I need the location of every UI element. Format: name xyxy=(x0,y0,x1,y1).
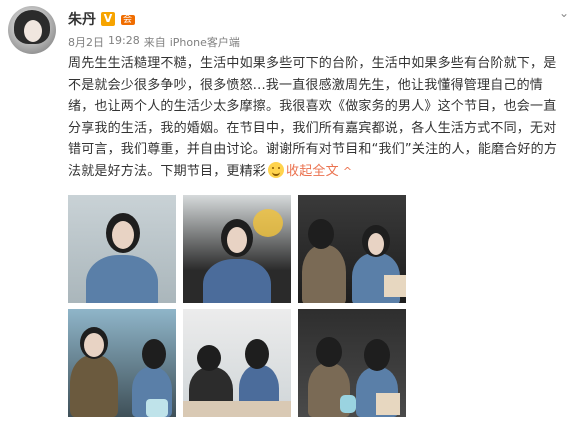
post-menu-chevron-icon[interactable]: ⌄ xyxy=(559,6,569,20)
photo-thumbnail[interactable] xyxy=(298,195,406,303)
photo-thumbnail[interactable] xyxy=(68,195,176,303)
photo-thumbnail[interactable] xyxy=(68,309,176,417)
post-time[interactable]: 19:28 xyxy=(108,34,140,50)
smile-emoji-icon xyxy=(268,161,285,178)
user-name[interactable]: 朱丹 xyxy=(68,9,96,29)
user-header: 朱丹 V 会 xyxy=(68,9,136,29)
post-meta: 8月2日 19:28 来自 iPhone客户端 xyxy=(68,34,240,50)
post-text: 周先生生活糙理不糙，生活中如果多些可下的台阶，生活中如果多些有台阶就下，是不是就… xyxy=(68,56,558,179)
verified-badge-icon[interactable]: V xyxy=(101,12,115,26)
avatar[interactable] xyxy=(8,6,56,54)
photo-thumbnail[interactable] xyxy=(183,309,291,417)
post-date[interactable]: 8月2日 xyxy=(68,34,104,50)
source-link[interactable]: iPhone客户端 xyxy=(170,34,240,50)
source-prefix: 来自 xyxy=(143,36,166,49)
photo-thumbnail[interactable] xyxy=(183,195,291,303)
avatar-face xyxy=(24,20,42,42)
vip-badge-icon[interactable]: 会 xyxy=(120,12,136,26)
post-body: 周先生生活糙理不糙，生活中如果多些可下的台阶，生活中如果多些有台阶就下，是不是就… xyxy=(68,53,564,182)
photo-thumbnail[interactable] xyxy=(298,309,406,417)
collapse-button[interactable]: 收起全文 xyxy=(286,164,339,179)
chevron-up-icon[interactable]: ^ xyxy=(343,165,352,178)
vip-badge-text: 会 xyxy=(123,15,133,25)
